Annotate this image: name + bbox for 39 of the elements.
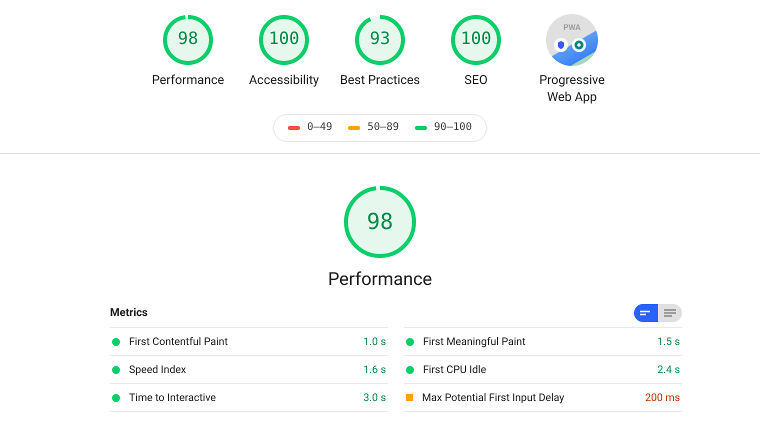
category-label: Performance bbox=[150, 72, 226, 89]
metrics-heading: Metrics bbox=[110, 304, 148, 321]
legend-range: 90–100 bbox=[434, 120, 472, 136]
category-label: Best Practices bbox=[338, 72, 422, 89]
category-label: Progressive Web App bbox=[538, 72, 606, 106]
legend-range: 50–89 bbox=[367, 120, 399, 136]
metric-value: 1.5 s bbox=[657, 334, 680, 350]
score-value: 98 bbox=[366, 208, 394, 236]
metric-name: First CPU Idle bbox=[423, 362, 488, 378]
score-gauge bbox=[354, 14, 406, 66]
view-toggle-button[interactable] bbox=[658, 304, 682, 322]
category-title: Performance bbox=[328, 269, 432, 291]
metric-value: 200 ms bbox=[645, 390, 680, 406]
shield-icon bbox=[554, 38, 568, 52]
list-icon bbox=[664, 309, 676, 317]
score-gauge bbox=[450, 14, 502, 66]
legend-range: 0–49 bbox=[307, 120, 332, 136]
score-value: 93 bbox=[370, 28, 390, 52]
view-toggle-button[interactable] bbox=[634, 304, 658, 322]
category-label: Accessibility bbox=[248, 72, 320, 89]
metric-name: First Contentful Paint bbox=[129, 334, 229, 350]
lines-icon bbox=[640, 309, 652, 317]
metric-name: Time to Interactive bbox=[129, 390, 217, 406]
metric-name: Speed Index bbox=[129, 362, 188, 378]
category-label: SEO bbox=[463, 72, 489, 89]
plus-icon bbox=[572, 38, 586, 52]
metric-value: 3.0 s bbox=[363, 390, 386, 406]
metric-value: 1.6 s bbox=[363, 362, 386, 378]
metric-name: First Meaningful Paint bbox=[423, 334, 527, 350]
score-value: 98 bbox=[178, 28, 198, 52]
score-gauge bbox=[258, 14, 310, 66]
average-square-icon bbox=[406, 394, 413, 401]
score-value: 100 bbox=[460, 28, 492, 52]
score-gauge bbox=[162, 14, 214, 66]
metric-value: 1.0 s bbox=[363, 334, 386, 350]
metric-name: Max Potential First Input Delay bbox=[422, 390, 566, 406]
score-value: 100 bbox=[268, 28, 300, 52]
metric-value: 2.4 s bbox=[657, 362, 680, 378]
pwa-logo-text: PWA bbox=[562, 22, 582, 34]
